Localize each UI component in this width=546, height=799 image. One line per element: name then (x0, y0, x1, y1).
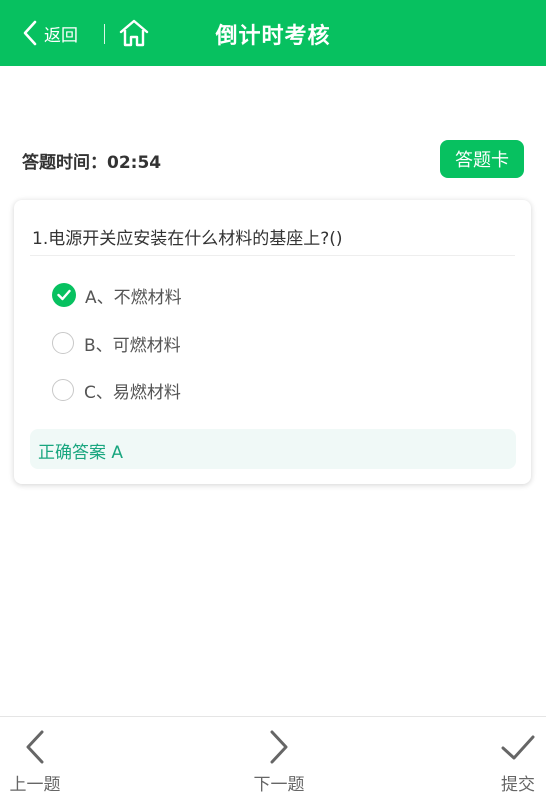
radio-circle-icon (52, 332, 74, 354)
option-b[interactable]: B、可燃材料 (52, 330, 181, 356)
top-bar: 返回 倒计时考核 (0, 0, 546, 66)
prev-question-label: 上一题 (9, 775, 61, 795)
option-c-label: C、易燃材料 (84, 382, 181, 403)
radio-circle-icon (52, 379, 74, 401)
option-c[interactable]: C、易燃材料 (52, 377, 181, 403)
page-title: 倒计时考核 (215, 24, 331, 49)
question-divider (30, 255, 515, 256)
correct-answer-text: 正确答案 A (38, 443, 124, 463)
option-a[interactable]: A、不燃材料 (52, 282, 182, 308)
next-question-label: 下一题 (253, 775, 305, 795)
next-question-button[interactable]: 下一题 (243, 717, 315, 799)
option-b-label: B、可燃材料 (84, 335, 181, 356)
question-text: 1.电源开关应安装在什么材料的基座上?() (32, 229, 343, 249)
prev-question-button[interactable]: 上一题 (0, 717, 70, 799)
answer-card-button[interactable]: 答题卡 (440, 140, 524, 178)
submit-label: 提交 (501, 775, 535, 795)
submit-button[interactable]: 提交 (490, 717, 546, 799)
option-a-label: A、不燃材料 (85, 287, 182, 308)
timer-text: 答题时间：02:54 (22, 153, 162, 173)
check-circle-icon (52, 283, 76, 307)
correct-answer-box: 正确答案 A (30, 429, 516, 469)
bottom-nav: 上一题 下一题 提交 (0, 716, 546, 799)
question-card: 1.电源开关应安装在什么材料的基座上?() A、不燃材料 B、可燃材料 C、易燃… (14, 200, 531, 484)
